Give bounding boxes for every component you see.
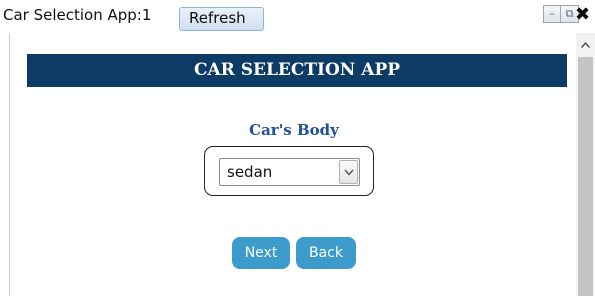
window-titlebar: Car Selection App:1 Refresh – ⧉ ✖ [0, 0, 595, 33]
window-controls: – ⧉ [543, 5, 579, 29]
refresh-button[interactable]: Refresh [179, 7, 264, 31]
scrollbar-thumb[interactable] [578, 57, 593, 296]
car-body-select[interactable]: sedan [219, 158, 360, 186]
content-left-border [9, 33, 10, 296]
app-window: Car Selection App:1 Refresh – ⧉ ✖ CAR SE… [0, 0, 595, 296]
car-body-label: Car's Body [249, 121, 339, 139]
vertical-scrollbar[interactable] [576, 33, 595, 296]
chevron-down-icon[interactable] [339, 160, 358, 184]
close-icon[interactable]: ✖ [575, 4, 590, 25]
scroll-up-icon[interactable] [576, 33, 595, 55]
back-button[interactable]: Back [296, 237, 356, 269]
minimize-icon[interactable]: – [543, 5, 561, 23]
app-header: CAR SELECTION APP [27, 54, 567, 87]
car-body-select-value: sedan [227, 163, 273, 181]
window-title: Car Selection App:1 [3, 6, 152, 24]
next-button[interactable]: Next [232, 237, 290, 269]
